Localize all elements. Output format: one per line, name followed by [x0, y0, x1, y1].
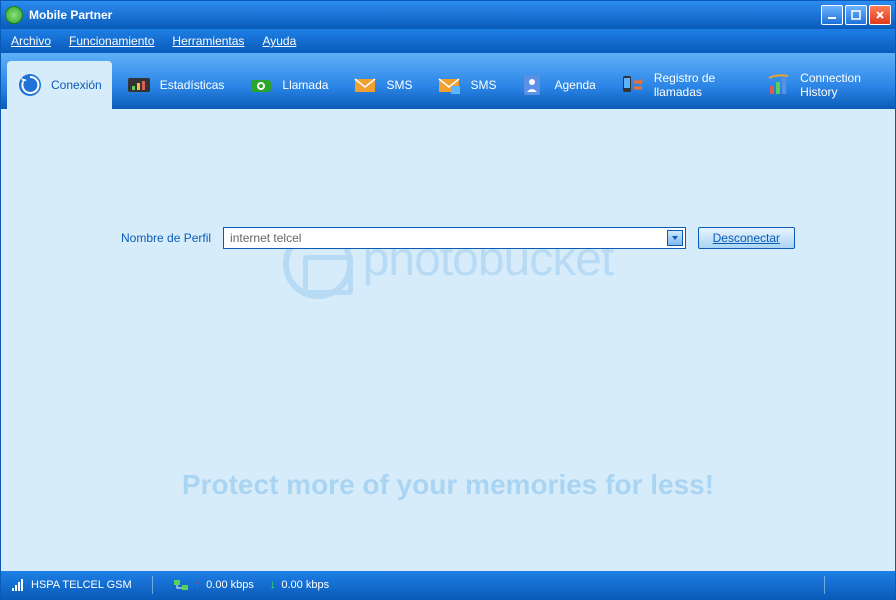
profile-select[interactable]: internet telcel [223, 227, 686, 249]
maximize-button[interactable] [845, 5, 867, 25]
network-icon [173, 578, 189, 592]
tab-conexion[interactable]: Conexión [7, 61, 112, 109]
tab-label: Llamada [282, 78, 328, 92]
tab-label: Estadísticas [160, 78, 225, 92]
tab-sms-2[interactable]: SMS [426, 61, 506, 109]
camera-icon [248, 72, 274, 98]
statusbar: HSPA TELCEL GSM ↑ 0.00 kbps ↓ 0.00 kbps [1, 571, 895, 599]
chart-icon [126, 72, 152, 98]
status-upload: 0.00 kbps [206, 579, 254, 591]
menu-archivo[interactable]: Archivo [11, 34, 51, 48]
tab-agenda[interactable]: Agenda [510, 61, 605, 109]
tab-label: Registro de llamadas [654, 71, 742, 99]
download-arrow-icon: ↓ [270, 579, 276, 591]
signal-icon [11, 578, 25, 592]
titlebar: Mobile Partner [1, 1, 895, 29]
menubar: Archivo Funcionamiento Herramientas Ayud… [1, 29, 895, 53]
minimize-button[interactable] [821, 5, 843, 25]
tab-label: SMS [386, 78, 412, 92]
chevron-down-icon[interactable] [667, 230, 683, 246]
tab-llamada[interactable]: Llamada [238, 61, 338, 109]
separator [152, 576, 153, 594]
toolbar: Conexión Estadísticas Llamada SMS SMS Ag… [1, 53, 895, 109]
status-network: HSPA TELCEL GSM [31, 579, 132, 591]
menu-ayuda[interactable]: Ayuda [262, 34, 296, 48]
tab-history[interactable]: Connection History [756, 61, 889, 109]
tab-label: Connection History [800, 71, 879, 99]
close-button[interactable] [869, 5, 891, 25]
disconnect-button[interactable]: Desconectar [698, 227, 795, 249]
menu-herramientas[interactable]: Herramientas [172, 34, 244, 48]
profile-row: Nombre de Perfil internet telcel Descone… [121, 227, 795, 249]
upload-arrow-icon: ↑ [195, 579, 201, 591]
status-download: 0.00 kbps [281, 579, 329, 591]
tab-label: Agenda [554, 78, 595, 92]
profile-value: internet telcel [230, 231, 301, 245]
envelope-icon [352, 72, 378, 98]
tab-estadisticas[interactable]: Estadísticas [116, 61, 235, 109]
tab-label: SMS [470, 78, 496, 92]
tab-sms-1[interactable]: SMS [342, 61, 422, 109]
history-chart-icon [766, 72, 792, 98]
window-title: Mobile Partner [29, 8, 821, 22]
menu-funcionamiento[interactable]: Funcionamiento [69, 34, 154, 48]
envelope-pic-icon [436, 72, 462, 98]
phone-log-icon [620, 72, 646, 98]
app-icon [5, 6, 23, 24]
profile-label: Nombre de Perfil [121, 231, 211, 245]
watermark-tagline: Protect more of your memories for less! [1, 469, 895, 501]
separator [824, 576, 825, 594]
tab-registro[interactable]: Registro de llamadas [610, 61, 752, 109]
contacts-icon [520, 72, 546, 98]
content-area: photobucket Protect more of your memorie… [1, 109, 895, 571]
refresh-icon [17, 72, 43, 98]
tab-label: Conexión [51, 78, 102, 92]
